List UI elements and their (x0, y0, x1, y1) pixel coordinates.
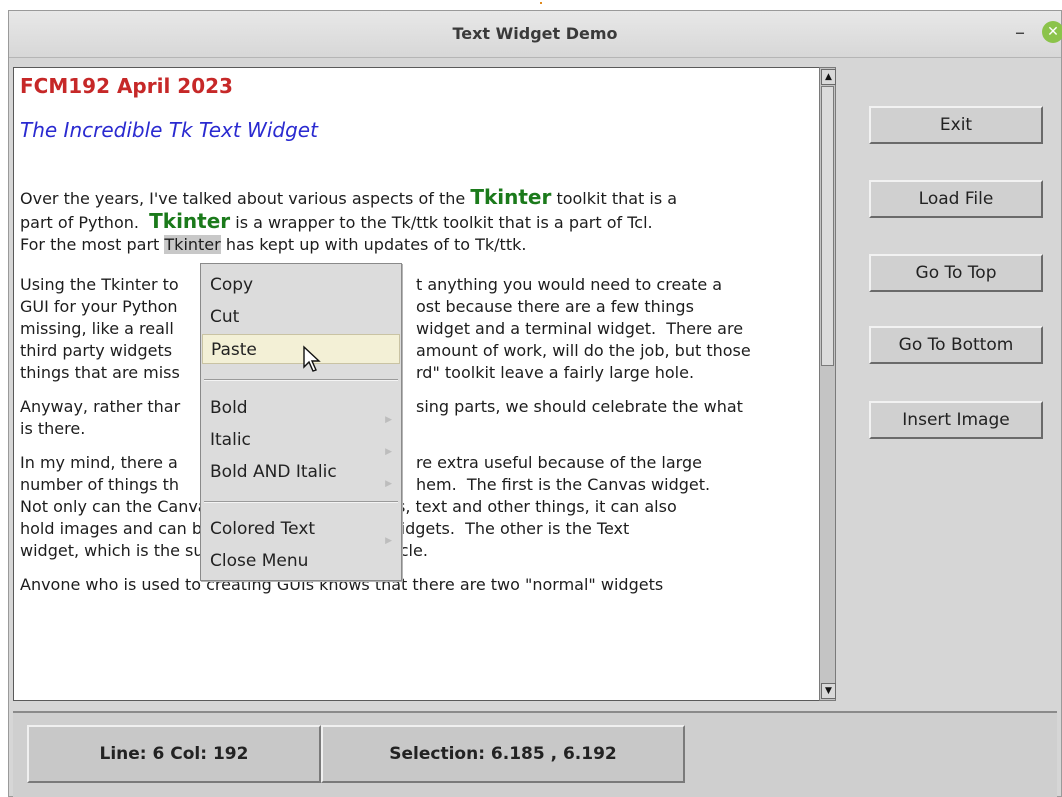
menu-item-label: Copy (210, 275, 254, 295)
text-run: part of Python. (20, 213, 150, 232)
submenu-arrow-icon: ▶ (385, 479, 392, 489)
document-heading: FCM192 April 2023 (20, 74, 233, 98)
text-run: Anyway, rather thar (20, 397, 181, 416)
text-selection: Tkinter (164, 235, 221, 254)
line-col-status: Line: 6 Col: 192 (27, 725, 321, 783)
menu-item-cut[interactable]: Cut (202, 302, 400, 332)
status-bar: Line: 6 Col: 192 Selection: 6.185 , 6.19… (13, 711, 1057, 797)
window-title: Text Widget Demo (452, 24, 618, 43)
text-run: In my mind, there a (20, 453, 178, 472)
menu-item-label: Colored Text (210, 519, 316, 539)
paragraph-1-line-2: part of Python. Tkinter is a wrapper to … (20, 210, 810, 234)
paragraph-4-line-3: Not only can the Canvas widget draw line… (20, 497, 677, 516)
text-run: sing parts, we should celebrate the what (416, 397, 743, 416)
paragraph-4-line-2: number of things th hem. The first is the… (20, 474, 810, 496)
text-run: missing, like a reall (20, 319, 174, 338)
menu-separator (204, 379, 398, 381)
text-run: number of things th (20, 475, 180, 494)
text-run: widget and a terminal widget. There are (416, 319, 744, 338)
paragraph-1-line-3: For the most part Tkinter has kept up wi… (20, 234, 810, 256)
context-menu: Copy Cut Paste Bold ▶ Italic ▶ Bold AND It… (200, 263, 402, 581)
paragraph-2-line-2: GUI for your Python ost because there are… (20, 296, 810, 318)
menu-item-label: Close Menu (210, 551, 309, 571)
text-run: third party widgets (20, 341, 173, 360)
text-run: is a wrapper to the Tk/ttk toolkit that … (230, 213, 653, 232)
close-window-button[interactable]: ✕ (1042, 21, 1062, 43)
go-to-top-button[interactable]: Go To Top (869, 254, 1043, 292)
paragraph-2-line-1: Using the Tkinter to t anything you would… (20, 274, 810, 296)
text-run: toolkit that is a (551, 189, 678, 208)
scroll-up-arrow-icon[interactable]: ▲ (821, 69, 836, 85)
menu-item-paste[interactable]: Paste (202, 334, 400, 364)
menu-item-bold[interactable]: Bold ▶ (202, 393, 400, 425)
text-run: Over the years, I've talked about variou… (20, 189, 471, 208)
go-to-bottom-button[interactable]: Go To Bottom (869, 326, 1043, 364)
text-run: hem. The first is the Canvas widget. (416, 475, 711, 494)
vertical-scrollbar[interactable]: ▲ ▼ (819, 67, 836, 701)
mouse-pointer-icon (303, 345, 321, 372)
tkinter-tag: Tkinter (470, 185, 552, 209)
paragraph-3-line-1: Anyway, rather thar sing parts, we should… (20, 396, 810, 418)
text-run: things that are miss (20, 363, 180, 382)
window-edge-artifact (540, 2, 542, 4)
menu-item-label: Bold (210, 398, 248, 418)
text-run: ost because there are a few things (416, 297, 694, 316)
paragraph-2-line-3: missing, like a reall widget and a termin… (20, 318, 810, 340)
text-run: rd" toolkit leave a fairly large hole. (416, 363, 695, 382)
title-bar[interactable]: Text Widget Demo – ✕ (9, 11, 1062, 58)
menu-item-label: Bold AND Italic (210, 462, 337, 482)
text-run: GUI for your Python (20, 297, 178, 316)
text-widget[interactable]: FCM192 April 2023 The Incredible Tk Text… (13, 67, 821, 701)
paragraph-2-line-4: third party widgets amount of work, will … (20, 340, 810, 362)
text-run: t anything you would need to create a (416, 275, 723, 294)
paragraph-4-line-4: hold images and can be a container for o… (20, 519, 630, 538)
menu-item-italic[interactable]: Italic ▶ (202, 425, 400, 457)
minimize-button[interactable]: – (1007, 19, 1033, 45)
menu-item-label: Italic (210, 430, 251, 450)
menu-item-label: Cut (210, 307, 240, 327)
paragraph-2-line-5: things that are miss rd" toolkit leave a … (20, 362, 810, 384)
text-run: has kept up with updates of to Tk/ttk. (220, 235, 527, 254)
selection-status: Selection: 6.185 , 6.192 (321, 725, 685, 783)
close-icon: ✕ (1047, 24, 1059, 40)
menu-item-close-menu[interactable]: Close Menu (202, 546, 400, 576)
scrollbar-thumb[interactable] (821, 86, 834, 366)
paragraph-4-line-5: widget, which is the subject of this mon… (20, 541, 428, 560)
menu-item-copy[interactable]: Copy (202, 270, 400, 300)
text-run: Using the Tkinter to (20, 275, 179, 294)
menu-item-label: Paste (211, 340, 257, 360)
text-run: For the most part (20, 235, 165, 254)
insert-image-button[interactable]: Insert Image (869, 401, 1043, 439)
menu-item-colored-text[interactable]: Colored Text ▶ (202, 514, 400, 546)
load-file-button[interactable]: Load File (869, 180, 1043, 218)
text-content: FCM192 April 2023 The Incredible Tk Text… (20, 72, 810, 596)
paragraph-5-line-1: Anvone who is used to creating GUIs know… (20, 575, 664, 594)
text-run: re extra useful because of the large (416, 453, 702, 472)
text-run: amount of work, will do the job, but tho… (416, 341, 751, 360)
scroll-down-arrow-icon[interactable]: ▼ (821, 683, 836, 699)
menu-item-bold-and-italic[interactable]: Bold AND Italic ▶ (202, 457, 400, 489)
document-subheading: The Incredible Tk Text Widget (20, 118, 318, 142)
paragraph-3-line-2: is there. (20, 419, 86, 438)
paragraph-4-line-1: In my mind, there a re extra useful becau… (20, 452, 810, 474)
tkinter-tag: Tkinter (149, 209, 231, 233)
menu-separator (204, 501, 398, 503)
app-window: Text Widget Demo – ✕ FCM192 April 2023 T… (8, 10, 1062, 797)
paragraph-1: Over the years, I've talked about variou… (20, 186, 810, 210)
exit-button[interactable]: Exit (869, 106, 1043, 144)
